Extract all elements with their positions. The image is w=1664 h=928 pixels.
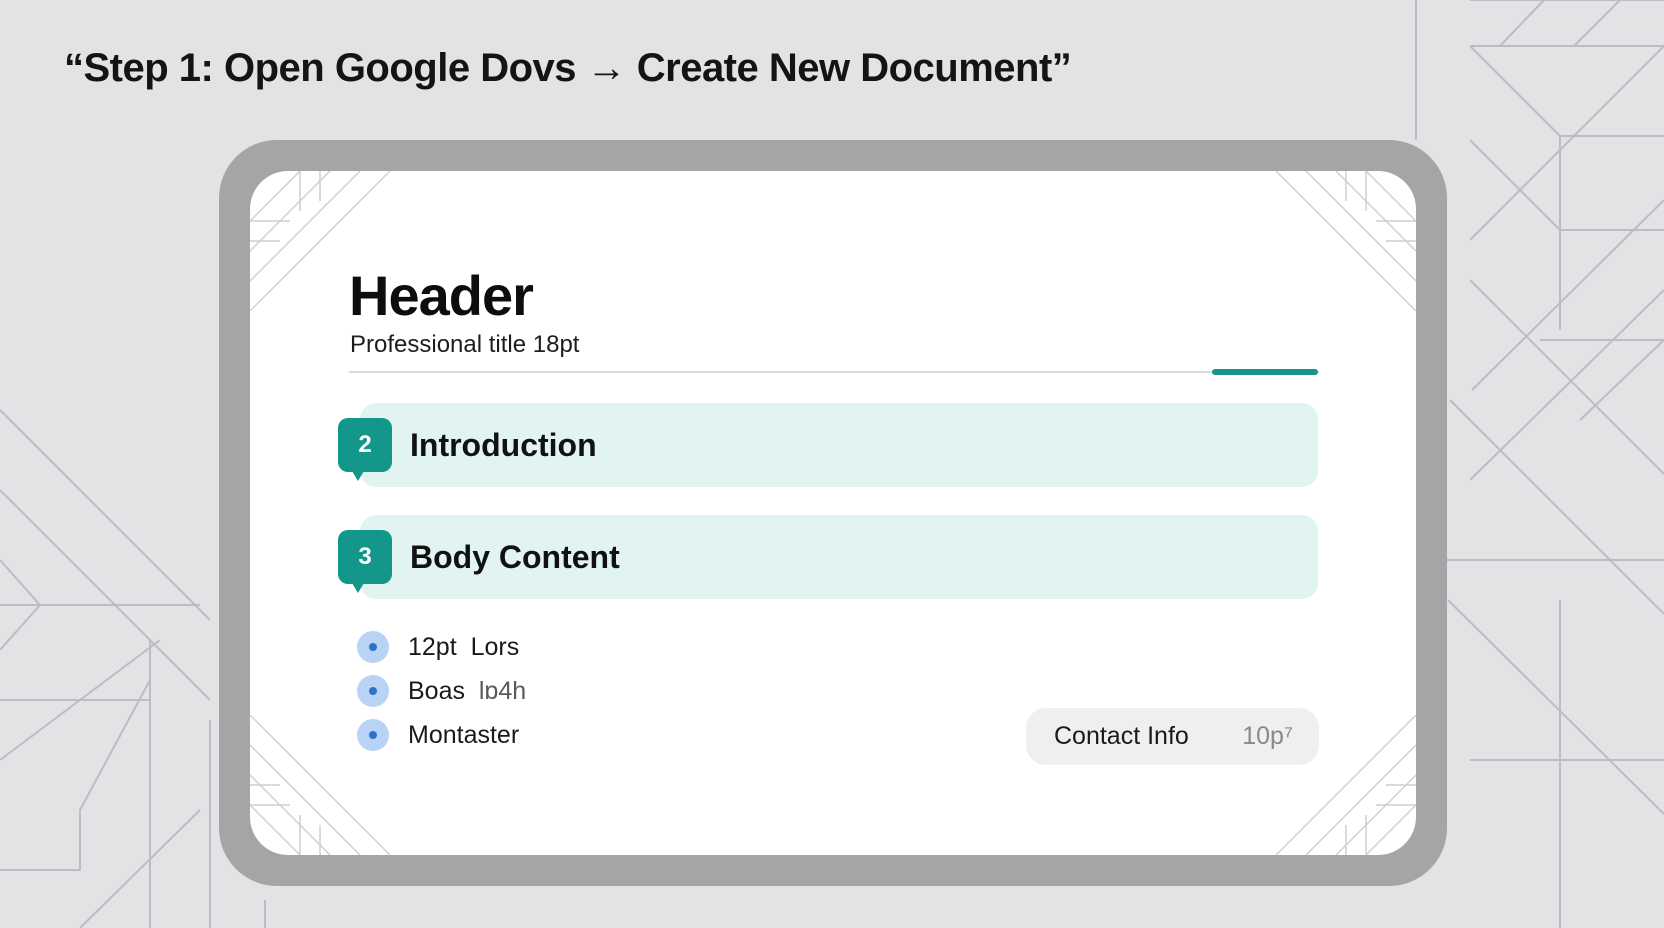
section-introduction[interactable]: 2 Introduction	[338, 403, 1318, 487]
header-divider-accent	[1212, 369, 1318, 375]
bullet-primary-text: Montaster	[408, 720, 520, 749]
contact-info-chip[interactable]: Contact Info 10p⁷	[1026, 708, 1319, 765]
list-item[interactable]: Boas lɒ4h	[357, 669, 526, 713]
corner-ornament	[1276, 171, 1416, 311]
document-subtitle[interactable]: Professional title 18pt	[350, 331, 579, 359]
section-label: Introduction	[410, 427, 597, 463]
bullet-primary-text: 12pt	[408, 632, 457, 661]
list-item[interactable]: 12pt Lors	[357, 625, 526, 669]
contact-info-size: 10p⁷	[1242, 722, 1293, 750]
page-title: “Step 1: Open Google Dovs → Create New D…	[64, 46, 1072, 90]
header-divider	[349, 371, 1319, 373]
list-item[interactable]: Montaster	[357, 713, 526, 757]
contact-info-label: Contact Info	[1054, 722, 1189, 750]
section-body-content[interactable]: 3 Body Content	[338, 515, 1318, 599]
bullet-secondary-text: lɒ4h	[478, 676, 527, 705]
document-canvas: Header Professional title 18pt 2 Introdu…	[250, 171, 1416, 855]
section-number-badge: 3	[338, 530, 392, 593]
device-frame: Header Professional title 18pt 2 Introdu…	[219, 140, 1447, 886]
document-header[interactable]: Header	[349, 263, 534, 328]
bullet-dot-icon	[357, 631, 389, 663]
bullet-secondary-text: Lors	[470, 632, 520, 661]
section-label: Body Content	[410, 539, 620, 575]
bullet-primary-text: Boas	[408, 676, 465, 705]
bullet-dot-icon	[357, 719, 389, 751]
bullet-list: 12pt Lors Boas lɒ4h Montaster	[357, 625, 526, 757]
bullet-dot-icon	[357, 675, 389, 707]
section-number-badge: 2	[338, 418, 392, 481]
